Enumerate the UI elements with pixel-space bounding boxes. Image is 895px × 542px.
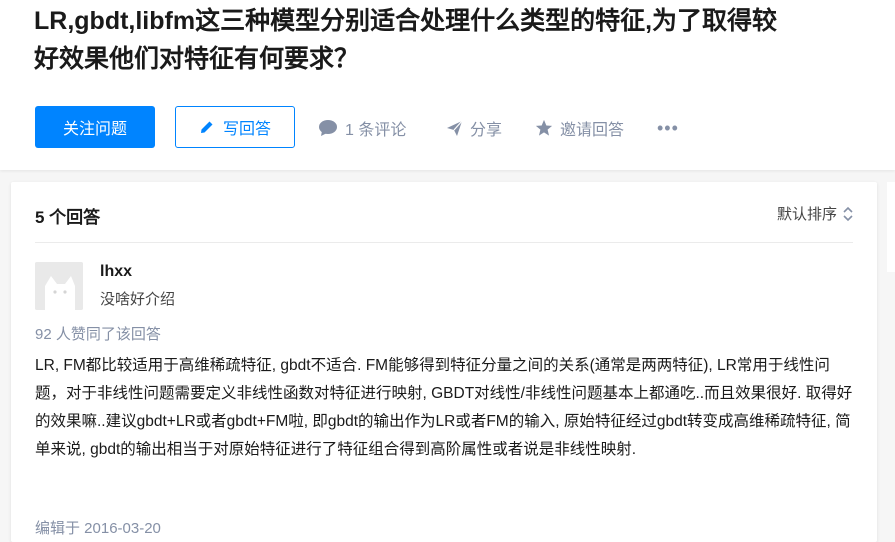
comment-label: 1 条评论 xyxy=(345,122,407,139)
invite-label: 邀请回答 xyxy=(560,122,625,139)
up-down-chevron-icon xyxy=(843,206,853,221)
default-avatar-icon xyxy=(35,262,83,310)
pencil-icon xyxy=(200,121,213,133)
question-title-line-1: LR,gbdt,libfm这三种模型分别适合处理什么类型的特征,为了取得较 xyxy=(34,7,778,35)
share-button[interactable]: 分享 xyxy=(446,116,502,140)
question-title: LR,gbdt,libfm这三种模型分别适合处理什么类型的特征,为了取得较 好效… xyxy=(34,2,884,78)
sort-dropdown[interactable]: 默认排序 xyxy=(777,203,853,224)
author-bio: 没啥好介绍 xyxy=(100,291,176,308)
vote-count: 92 人赞同了该回答 xyxy=(35,326,161,343)
write-answer-label: 写回答 xyxy=(222,121,271,138)
avatar[interactable] xyxy=(35,262,83,310)
comment-button[interactable]: 1 条评论 xyxy=(318,116,406,140)
more-dots-icon: ••• xyxy=(657,117,679,138)
comment-bubble-icon xyxy=(319,120,337,136)
invite-answer-button[interactable]: 邀请回答 xyxy=(535,116,624,140)
answer-text: LR, FM都比较适用于高维稀疏特征, gbdt不适合. FM能够得到特征分量之… xyxy=(35,357,853,458)
question-title-line-2: 好效果他们对特征有何要求？ xyxy=(34,45,360,73)
answer-count: 5 个回答 xyxy=(35,208,101,227)
answers-card: 5 个回答 默认排序 lhxx 没啥好介绍 92 人赞同了该回答 LR, FM都… xyxy=(11,182,877,542)
author-name[interactable]: lhxx xyxy=(100,263,132,281)
question-header: LR,gbdt,libfm这三种模型分别适合处理什么类型的特征,为了取得较 好效… xyxy=(0,0,895,170)
edited-timestamp[interactable]: 编辑于 2016-03-20 xyxy=(35,517,161,538)
answers-header: 5 个回答 默认排序 xyxy=(35,192,853,243)
write-answer-button[interactable]: 写回答 xyxy=(175,106,295,148)
more-actions-button[interactable]: ••• xyxy=(657,116,679,140)
star-icon xyxy=(535,119,553,136)
follow-question-button[interactable]: 关注问题 xyxy=(35,106,155,148)
paper-plane-icon xyxy=(447,120,463,136)
side-column-edge xyxy=(887,182,895,272)
sort-label: 默认排序 xyxy=(776,206,837,223)
answer-content: LR, FM都比较适用于高维稀疏特征, gbdt不适合. FM能够得到特征分量之… xyxy=(35,352,855,464)
share-label: 分享 xyxy=(470,122,503,139)
